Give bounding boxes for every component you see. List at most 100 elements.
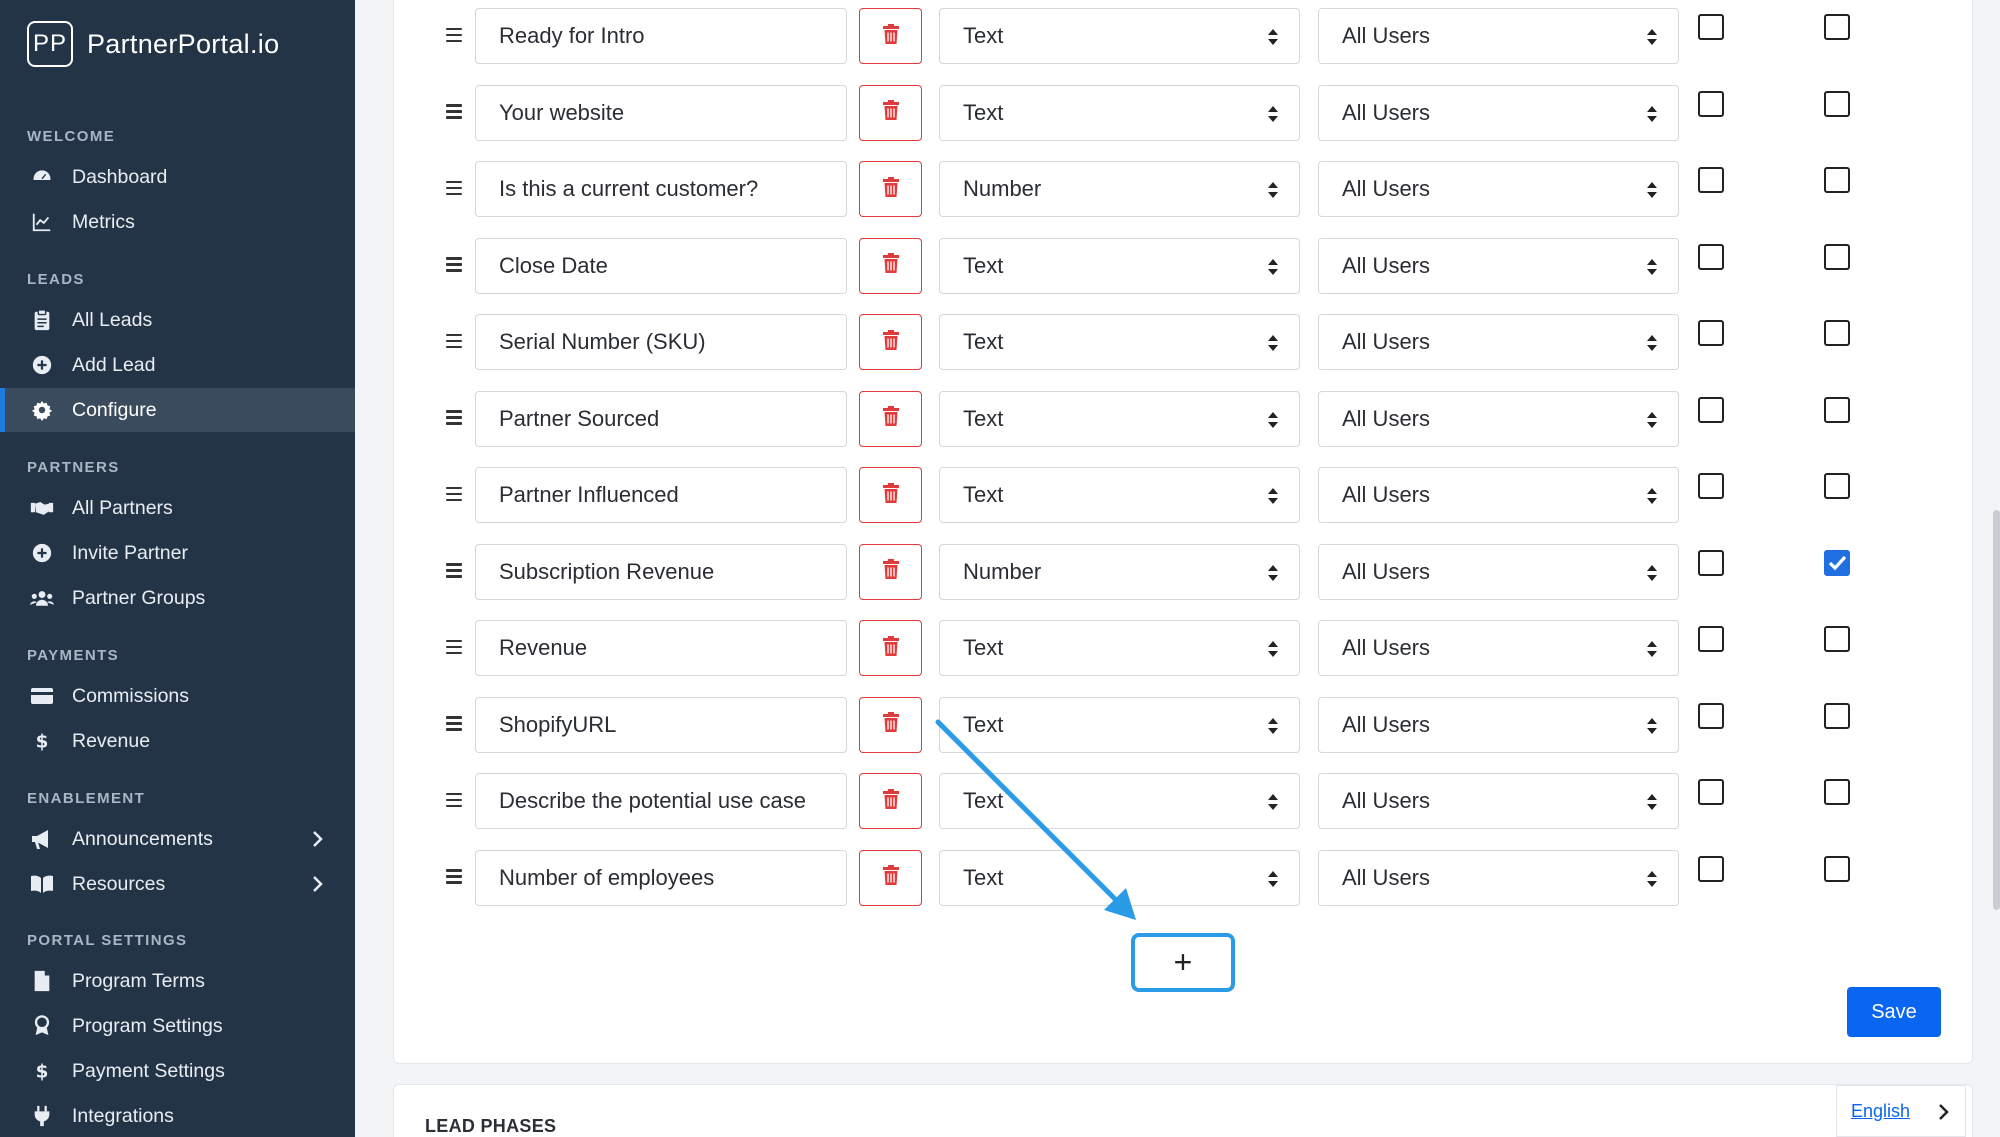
delete-field-button[interactable] (859, 161, 922, 217)
field-checkbox-1[interactable] (1698, 396, 1724, 423)
field-checkbox-1[interactable] (1698, 473, 1724, 499)
delete-field-button[interactable] (859, 314, 922, 370)
drag-handle-icon[interactable] (446, 866, 462, 890)
delete-field-button[interactable] (859, 237, 922, 294)
field-checkbox-2[interactable] (1824, 855, 1850, 882)
field-checkbox-2[interactable] (1824, 473, 1850, 499)
field-checkbox-1[interactable] (1698, 779, 1724, 805)
field-type-select[interactable]: Number (939, 161, 1300, 217)
field-visibility-select[interactable]: All Users (1318, 161, 1679, 217)
sidebar-item-integrations[interactable]: Integrations (0, 1094, 355, 1137)
field-type-select[interactable]: Text (939, 696, 1300, 753)
field-checkbox-1[interactable] (1698, 702, 1724, 729)
field-checkbox-1[interactable] (1698, 549, 1724, 576)
field-type-select[interactable]: Text (939, 467, 1300, 523)
field-visibility-select[interactable]: All Users (1318, 696, 1679, 753)
field-checkbox-1[interactable] (1698, 90, 1724, 117)
field-type-select[interactable]: Text (939, 390, 1300, 447)
drag-handle-icon[interactable] (446, 713, 462, 737)
field-visibility-select[interactable]: All Users (1318, 8, 1679, 64)
field-visibility-select[interactable]: All Users (1318, 620, 1679, 676)
drag-handle-icon[interactable] (446, 636, 462, 660)
field-visibility-select[interactable]: All Users (1318, 773, 1679, 829)
delete-field-button[interactable] (859, 620, 922, 676)
delete-field-button[interactable] (859, 773, 922, 829)
field-type-select[interactable]: Text (939, 84, 1300, 141)
delete-field-button[interactable] (859, 849, 922, 906)
scrollbar[interactable] (1993, 510, 2000, 910)
drag-handle-icon[interactable] (446, 407, 462, 431)
field-name-input[interactable]: Describe the potential use case (475, 773, 847, 829)
select-arrows-icon (1267, 716, 1279, 736)
field-type-select[interactable]: Text (939, 773, 1300, 829)
field-type-select[interactable]: Text (939, 620, 1300, 676)
sidebar-item-program-settings[interactable]: Program Settings (0, 1004, 355, 1048)
field-visibility-select[interactable]: All Users (1318, 849, 1679, 906)
field-visibility-select[interactable]: All Users (1318, 390, 1679, 447)
drag-handle-icon[interactable] (446, 483, 462, 507)
field-checkbox-1[interactable] (1698, 167, 1724, 193)
select-arrows-icon (1646, 410, 1658, 430)
sidebar-item-program-terms[interactable]: Program Terms (0, 959, 355, 1003)
field-name-input[interactable]: Close Date (475, 237, 847, 294)
field-name-input[interactable]: Serial Number (SKU) (475, 314, 847, 370)
field-checkbox-2[interactable] (1824, 167, 1850, 193)
field-checkbox-2[interactable] (1824, 626, 1850, 652)
field-row: Is this a current customer? Number All Use… (0, 161, 2000, 217)
sidebar-item-payment-settings[interactable]: $ Payment Settings (0, 1049, 355, 1093)
delete-field-button[interactable] (859, 467, 922, 523)
delete-field-button[interactable] (859, 84, 922, 141)
field-name-input[interactable]: Is this a current customer? (475, 161, 847, 217)
field-checkbox-2[interactable] (1824, 320, 1850, 346)
field-type-select[interactable]: Text (939, 237, 1300, 294)
save-button[interactable]: Save (1847, 987, 1941, 1037)
field-type-select[interactable]: Text (939, 8, 1300, 64)
field-checkbox-1[interactable] (1698, 243, 1724, 270)
field-visibility-value: All Users (1342, 252, 1431, 278)
field-name-input[interactable]: Your website (475, 84, 847, 141)
drag-handle-icon[interactable] (446, 101, 462, 125)
field-type-select[interactable]: Number (939, 543, 1300, 600)
drag-handle-icon[interactable] (446, 789, 462, 813)
field-visibility-select[interactable]: All Users (1318, 84, 1679, 141)
drag-handle-icon[interactable] (446, 560, 462, 584)
field-visibility-select[interactable]: All Users (1318, 467, 1679, 523)
field-checkbox-1[interactable] (1698, 626, 1724, 652)
drag-handle-icon[interactable] (446, 330, 462, 354)
delete-field-button[interactable] (859, 696, 922, 753)
field-name-input[interactable]: ShopifyURL (475, 696, 847, 753)
field-checkbox-1[interactable] (1698, 14, 1724, 40)
drag-handle-icon[interactable] (446, 24, 462, 48)
field-checkbox-1[interactable] (1698, 855, 1724, 882)
field-checkbox-2[interactable] (1824, 549, 1850, 576)
field-name-value: Partner Influenced (499, 482, 679, 507)
field-checkbox-1[interactable] (1698, 320, 1724, 346)
field-visibility-select[interactable]: All Users (1318, 237, 1679, 294)
language-link[interactable]: English (1851, 1101, 1910, 1122)
field-checkbox-2[interactable] (1824, 90, 1850, 117)
trash-icon (882, 253, 899, 278)
field-name-input[interactable]: Subscription Revenue (475, 543, 847, 600)
field-checkbox-2[interactable] (1824, 243, 1850, 270)
field-checkbox-2[interactable] (1824, 779, 1850, 805)
add-field-button[interactable]: + (1131, 933, 1235, 992)
delete-field-button[interactable] (859, 8, 922, 64)
field-name-value: Number of employees (499, 864, 715, 890)
field-checkbox-2[interactable] (1824, 14, 1850, 40)
field-visibility-select[interactable]: All Users (1318, 314, 1679, 370)
delete-field-button[interactable] (859, 543, 922, 600)
field-visibility-select[interactable]: All Users (1318, 543, 1679, 600)
language-switcher[interactable]: English (1836, 1085, 1966, 1137)
field-name-input[interactable]: Partner Influenced (475, 467, 847, 523)
drag-handle-icon[interactable] (446, 177, 462, 201)
field-checkbox-2[interactable] (1824, 702, 1850, 729)
delete-field-button[interactable] (859, 390, 922, 447)
field-name-input[interactable]: Revenue (475, 620, 847, 676)
field-checkbox-2[interactable] (1824, 396, 1850, 423)
field-type-select[interactable]: Text (939, 849, 1300, 906)
field-type-select[interactable]: Text (939, 314, 1300, 370)
field-name-input[interactable]: Ready for Intro (475, 8, 847, 64)
field-name-input[interactable]: Partner Sourced (475, 390, 847, 447)
field-name-input[interactable]: Number of employees (475, 849, 847, 906)
drag-handle-icon[interactable] (446, 254, 462, 278)
